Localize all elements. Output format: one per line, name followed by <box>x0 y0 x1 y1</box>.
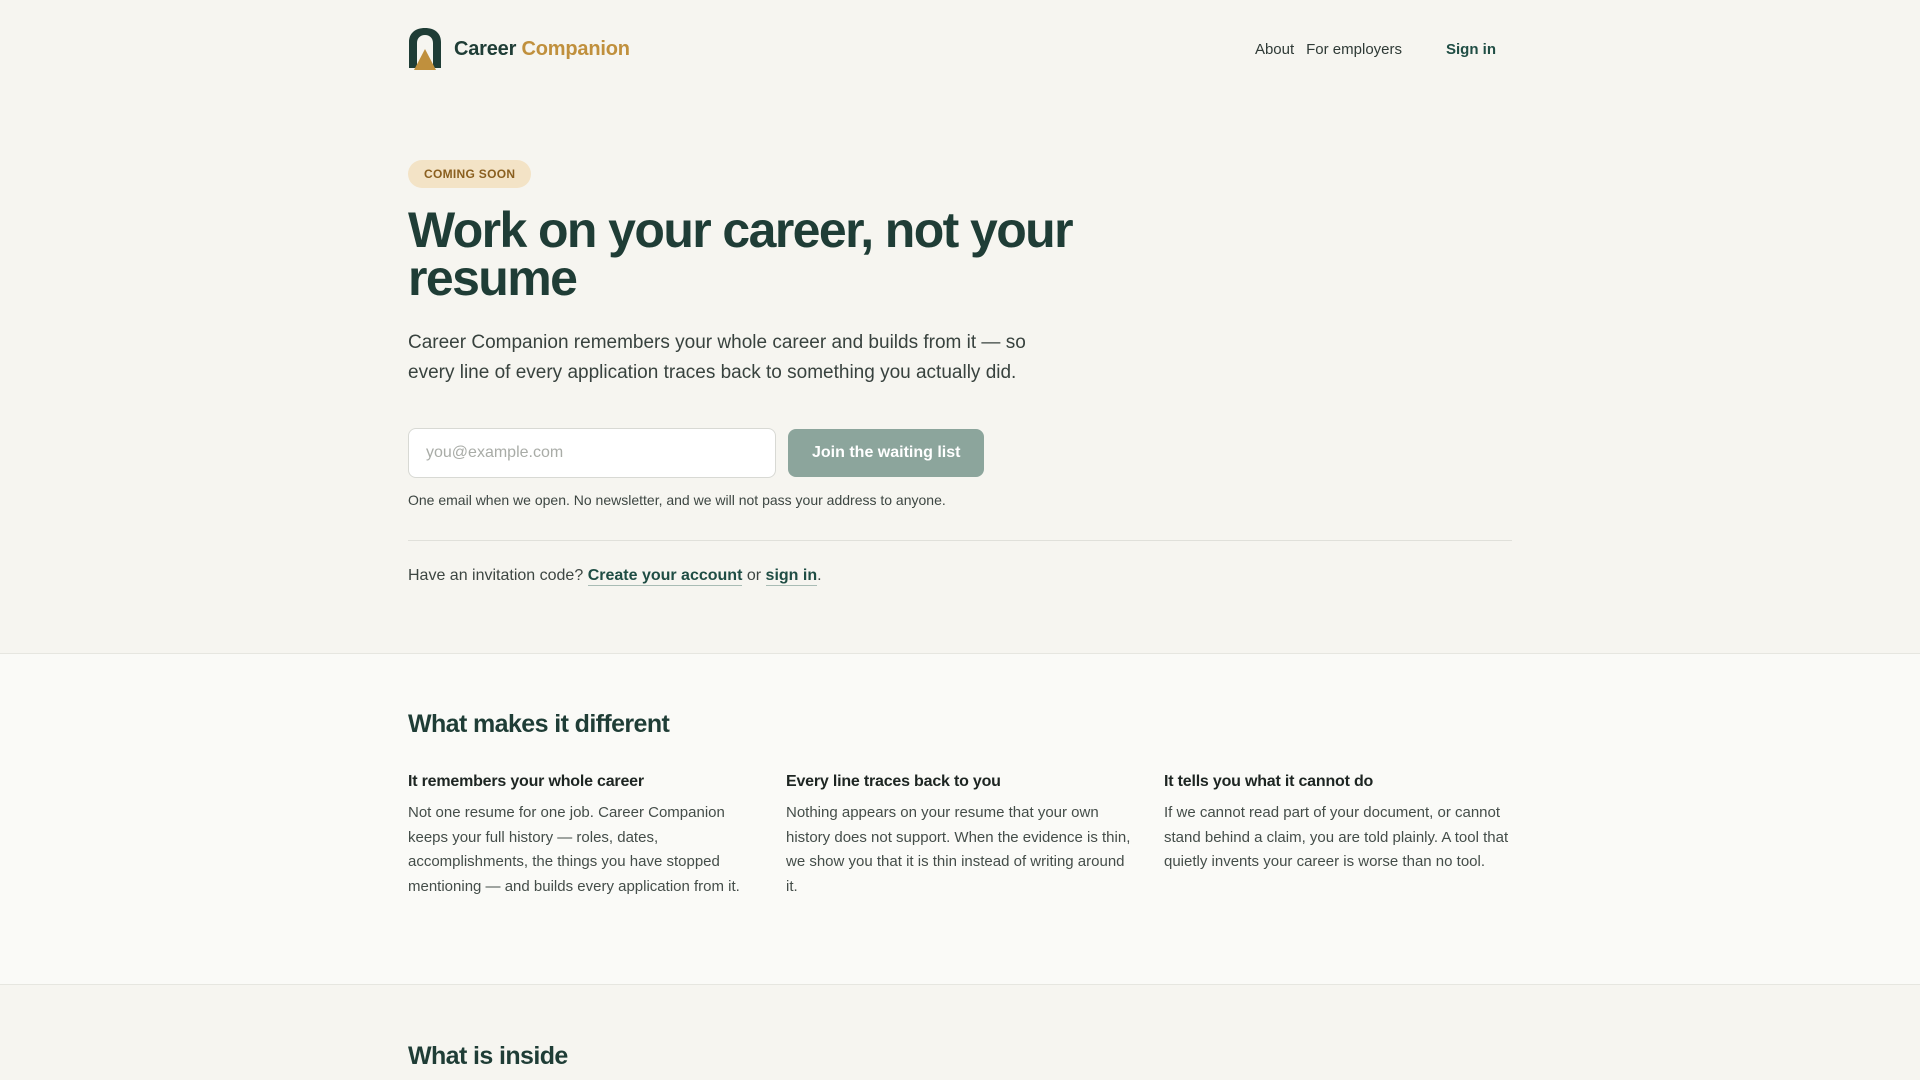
feature-text: If we cannot read part of your document,… <box>1164 804 1509 870</box>
hero-subtitle: Career Companion remembers your whole ca… <box>408 332 1026 383</box>
feature-text: Nothing appears on your resume that your… <box>786 804 1131 895</box>
feature-text: Not one resume for one job. Career Compa… <box>408 804 740 895</box>
inside-section-title: What is inside <box>408 1042 568 1070</box>
career-companion-logo-icon <box>409 28 441 70</box>
hero-section: COMING SOON Work on your career, not you… <box>408 160 1512 586</box>
differentiators-content: What makes it different It remembers you… <box>408 710 1512 899</box>
nav-employers-link[interactable]: For employers <box>1306 41 1402 58</box>
create-account-link[interactable]: Create your account <box>587 567 743 586</box>
nav-about-link[interactable]: About <box>1255 41 1294 58</box>
feature-item: It remembers your whole career Not one r… <box>408 773 756 899</box>
hero-divider <box>408 540 1512 541</box>
feature-item: Every line traces back to you Nothing ap… <box>786 773 1134 899</box>
feature-title: Every line traces back to you <box>786 773 1001 790</box>
privacy-note: One email when we open. No newsletter, a… <box>408 492 946 508</box>
invite-sign-in-link[interactable]: sign in <box>765 567 818 586</box>
differentiators-section: What makes it different It remembers you… <box>0 653 1920 985</box>
nav-sign-in-link[interactable]: Sign in <box>1430 41 1512 58</box>
invite-or: or <box>746 567 762 584</box>
differentiators-title: What makes it different <box>408 710 670 738</box>
brand-word-companion: Companion <box>521 37 630 60</box>
brand-word-career: Career <box>454 37 517 60</box>
email-input[interactable] <box>408 428 776 478</box>
feature-item: It tells you what it cannot do If we can… <box>1164 773 1512 899</box>
feature-list: It remembers your whole career Not one r… <box>408 773 1512 899</box>
site-header: Career Companion About For employers Sig… <box>408 0 1512 98</box>
coming-soon-badge: COMING SOON <box>408 160 532 188</box>
invite-prefix: Have an invitation code? <box>408 567 584 584</box>
join-waitlist-button[interactable]: Join the waiting list <box>788 429 985 477</box>
brand-home-link[interactable]: Career Companion <box>408 27 630 71</box>
invite-suffix: . <box>817 567 822 584</box>
feature-title: It remembers your whole career <box>408 773 644 790</box>
main-nav: About For employers Sign in <box>1255 41 1512 58</box>
waitlist-form: Join the waiting list <box>408 428 1512 478</box>
hero-title: Work on your career, not your resume <box>408 202 1074 306</box>
brand-name: Career Companion <box>454 38 630 61</box>
feature-title: It tells you what it cannot do <box>1164 773 1374 790</box>
invitation-line: Have an invitation code? Create your acc… <box>408 567 1512 586</box>
